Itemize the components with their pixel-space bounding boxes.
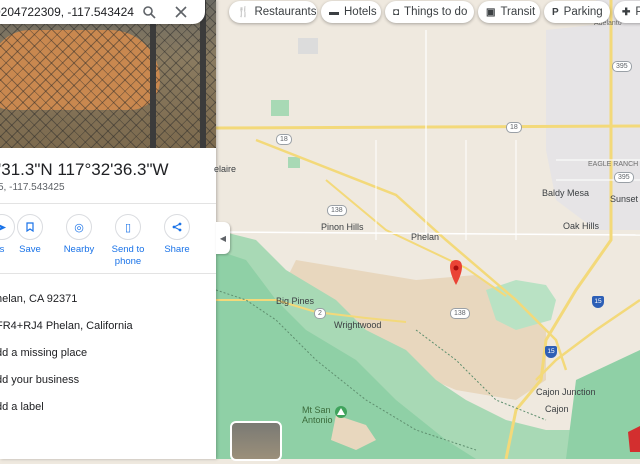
divider — [0, 203, 216, 204]
route-shield: 138 — [450, 308, 470, 319]
fork-knife-icon: 🍴 — [237, 6, 250, 18]
nearby-button[interactable]: ◎ Nearby — [57, 214, 101, 256]
address-row[interactable]: helan, CA 92371 — [0, 293, 77, 305]
divider — [0, 273, 216, 274]
pharmacy-icon: ✚ — [622, 6, 631, 18]
parking-icon: P — [552, 6, 559, 18]
chevron-left-icon: ◀ — [219, 233, 227, 243]
search-icon[interactable] — [138, 1, 160, 23]
phone-icon: ▯ — [115, 214, 141, 240]
place-panel: 0204722309, -117.543424862 '31.3"N 117°3… — [0, 0, 216, 459]
nearby-icon: ◎ — [66, 214, 92, 240]
label-cajon-junction: Cajon Junction — [536, 387, 596, 397]
chip-hotels[interactable]: ▬ Hotels — [321, 1, 381, 23]
label-big-pines: Big Pines — [276, 296, 315, 306]
label-eagle-ranch: EAGLE RANCH — [588, 161, 639, 168]
search-input[interactable]: 0204722309, -117.543424862 — [0, 5, 134, 19]
label-baldy-mesa: Baldy Mesa — [542, 188, 590, 198]
bus-icon: ▣ — [486, 6, 496, 18]
chip-pharmacy[interactable]: ✚ P — [614, 1, 640, 23]
plus-code-row[interactable]: FR4+RJ4 Phelan, California — [0, 320, 133, 332]
label-mt-san-antonio: Mt San Antonio — [302, 405, 333, 425]
route-shield: 18 — [276, 134, 292, 145]
interstate-shield: 15 — [545, 346, 557, 358]
bookmark-icon — [17, 214, 43, 240]
interstate-shield: 15 — [592, 296, 604, 308]
add-label-row[interactable]: dd a label — [0, 401, 44, 413]
watermark-logo — [628, 426, 640, 452]
label-elaire: elaire — [214, 164, 237, 174]
bed-icon: ▬ — [329, 6, 339, 18]
share-button[interactable]: Share — [155, 214, 199, 256]
decimal-coordinates: 5, -117.543425 — [0, 182, 65, 193]
label-pinon-hills: Pinon Hills — [321, 222, 364, 232]
label-sunset: Sunset P — [610, 194, 640, 204]
add-missing-place-row[interactable]: dd a missing place — [0, 347, 87, 359]
route-shield: 395 — [612, 61, 632, 72]
save-button[interactable]: Save — [8, 214, 52, 256]
close-icon[interactable] — [170, 1, 192, 23]
place-title: '31.3"N 117°32'36.3"W — [0, 160, 169, 179]
street-view-thumbnail[interactable] — [230, 421, 282, 461]
send-to-phone-button[interactable]: ▯ Send to phone — [106, 214, 150, 268]
chip-things-to-do[interactable]: ◘ Things to do — [385, 1, 474, 23]
label-oak-hills: Oak Hills — [563, 221, 600, 231]
label-wrightwood: Wrightwood — [334, 320, 382, 330]
label-phelan: Phelan — [411, 232, 440, 242]
route-shield: 138 — [327, 205, 347, 216]
route-shield: 18 — [506, 122, 522, 133]
chip-transit[interactable]: ▣ Transit — [478, 1, 540, 23]
route-shield: 2 — [314, 308, 326, 319]
label-cajon: Cajon — [545, 404, 569, 414]
chip-restaurants[interactable]: 🍴 Restaurants — [229, 1, 317, 23]
share-icon — [164, 214, 190, 240]
action-bar: ➤ s Save ◎ Nearby ▯ Send to phone Share — [0, 214, 216, 270]
search-box: 0204722309, -117.543424862 — [0, 0, 205, 24]
add-business-row[interactable]: dd your business — [0, 374, 79, 386]
collapse-panel-button[interactable]: ◀ — [216, 222, 230, 254]
chip-parking[interactable]: P Parking — [544, 1, 610, 23]
route-shield: 395 — [614, 172, 634, 183]
camera-icon: ◘ — [393, 6, 400, 18]
